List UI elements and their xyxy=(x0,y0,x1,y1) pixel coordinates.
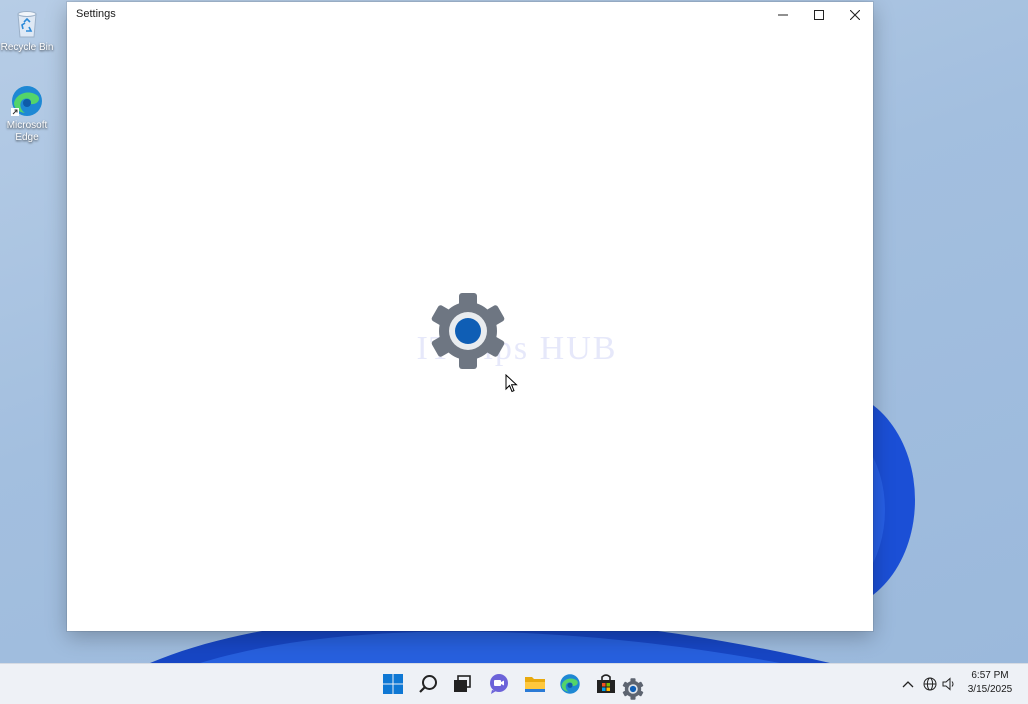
search-icon xyxy=(419,675,437,693)
desktop-icon-label: Recycle Bin xyxy=(0,42,54,53)
start-icon xyxy=(383,674,403,694)
settings-icon xyxy=(622,678,644,700)
settings-taskbar-button[interactable] xyxy=(620,676,646,702)
file-explorer-button[interactable] xyxy=(522,671,548,697)
chevron-up-icon xyxy=(902,681,914,688)
recycle-bin-icon xyxy=(17,11,37,38)
taskbar: 6:57 PM 3/15/2025 xyxy=(0,663,1028,704)
show-hidden-icons-button[interactable] xyxy=(900,676,916,692)
search-button[interactable] xyxy=(415,671,441,697)
desktop-icon-edge[interactable]: Microsoft Edge xyxy=(0,84,56,144)
file-explorer-icon xyxy=(525,677,545,692)
network-button[interactable] xyxy=(922,676,938,692)
minimize-button[interactable] xyxy=(765,2,801,28)
desktop-icon-label: Microsoft Edge xyxy=(6,120,48,143)
settings-gear-icon xyxy=(431,293,505,369)
taskbar-clock[interactable]: 6:57 PM 3/15/2025 xyxy=(962,669,1018,697)
network-icon xyxy=(923,677,937,691)
minimize-icon xyxy=(778,14,788,16)
close-button[interactable] xyxy=(837,2,873,28)
close-icon xyxy=(850,10,860,20)
task-view-icon xyxy=(454,675,471,692)
task-view-button[interactable] xyxy=(449,671,475,697)
watermark: IT Tips HUB xyxy=(416,330,618,367)
clock-date: 3/15/2025 xyxy=(967,684,1013,695)
chat-icon xyxy=(490,674,508,694)
chat-button[interactable] xyxy=(486,671,512,697)
edge-icon xyxy=(11,86,42,116)
desktop-icon-recycle-bin[interactable]: Recycle Bin xyxy=(0,6,56,54)
clock-time: 6:57 PM xyxy=(971,670,1009,681)
maximize-button[interactable] xyxy=(801,2,837,28)
edge-icon xyxy=(560,674,580,694)
title-bar[interactable]: Settings xyxy=(67,2,873,28)
maximize-icon xyxy=(814,10,824,20)
window-title: Settings xyxy=(76,8,116,20)
store-icon xyxy=(597,674,615,693)
volume-icon xyxy=(942,677,954,691)
settings-window[interactable]: Settings IT Tips HUB xyxy=(67,2,873,631)
edge-taskbar-button[interactable] xyxy=(557,671,583,697)
mouse-cursor xyxy=(505,374,518,393)
store-button[interactable] xyxy=(593,671,619,697)
volume-button[interactable] xyxy=(941,676,957,692)
start-button[interactable] xyxy=(380,671,406,697)
